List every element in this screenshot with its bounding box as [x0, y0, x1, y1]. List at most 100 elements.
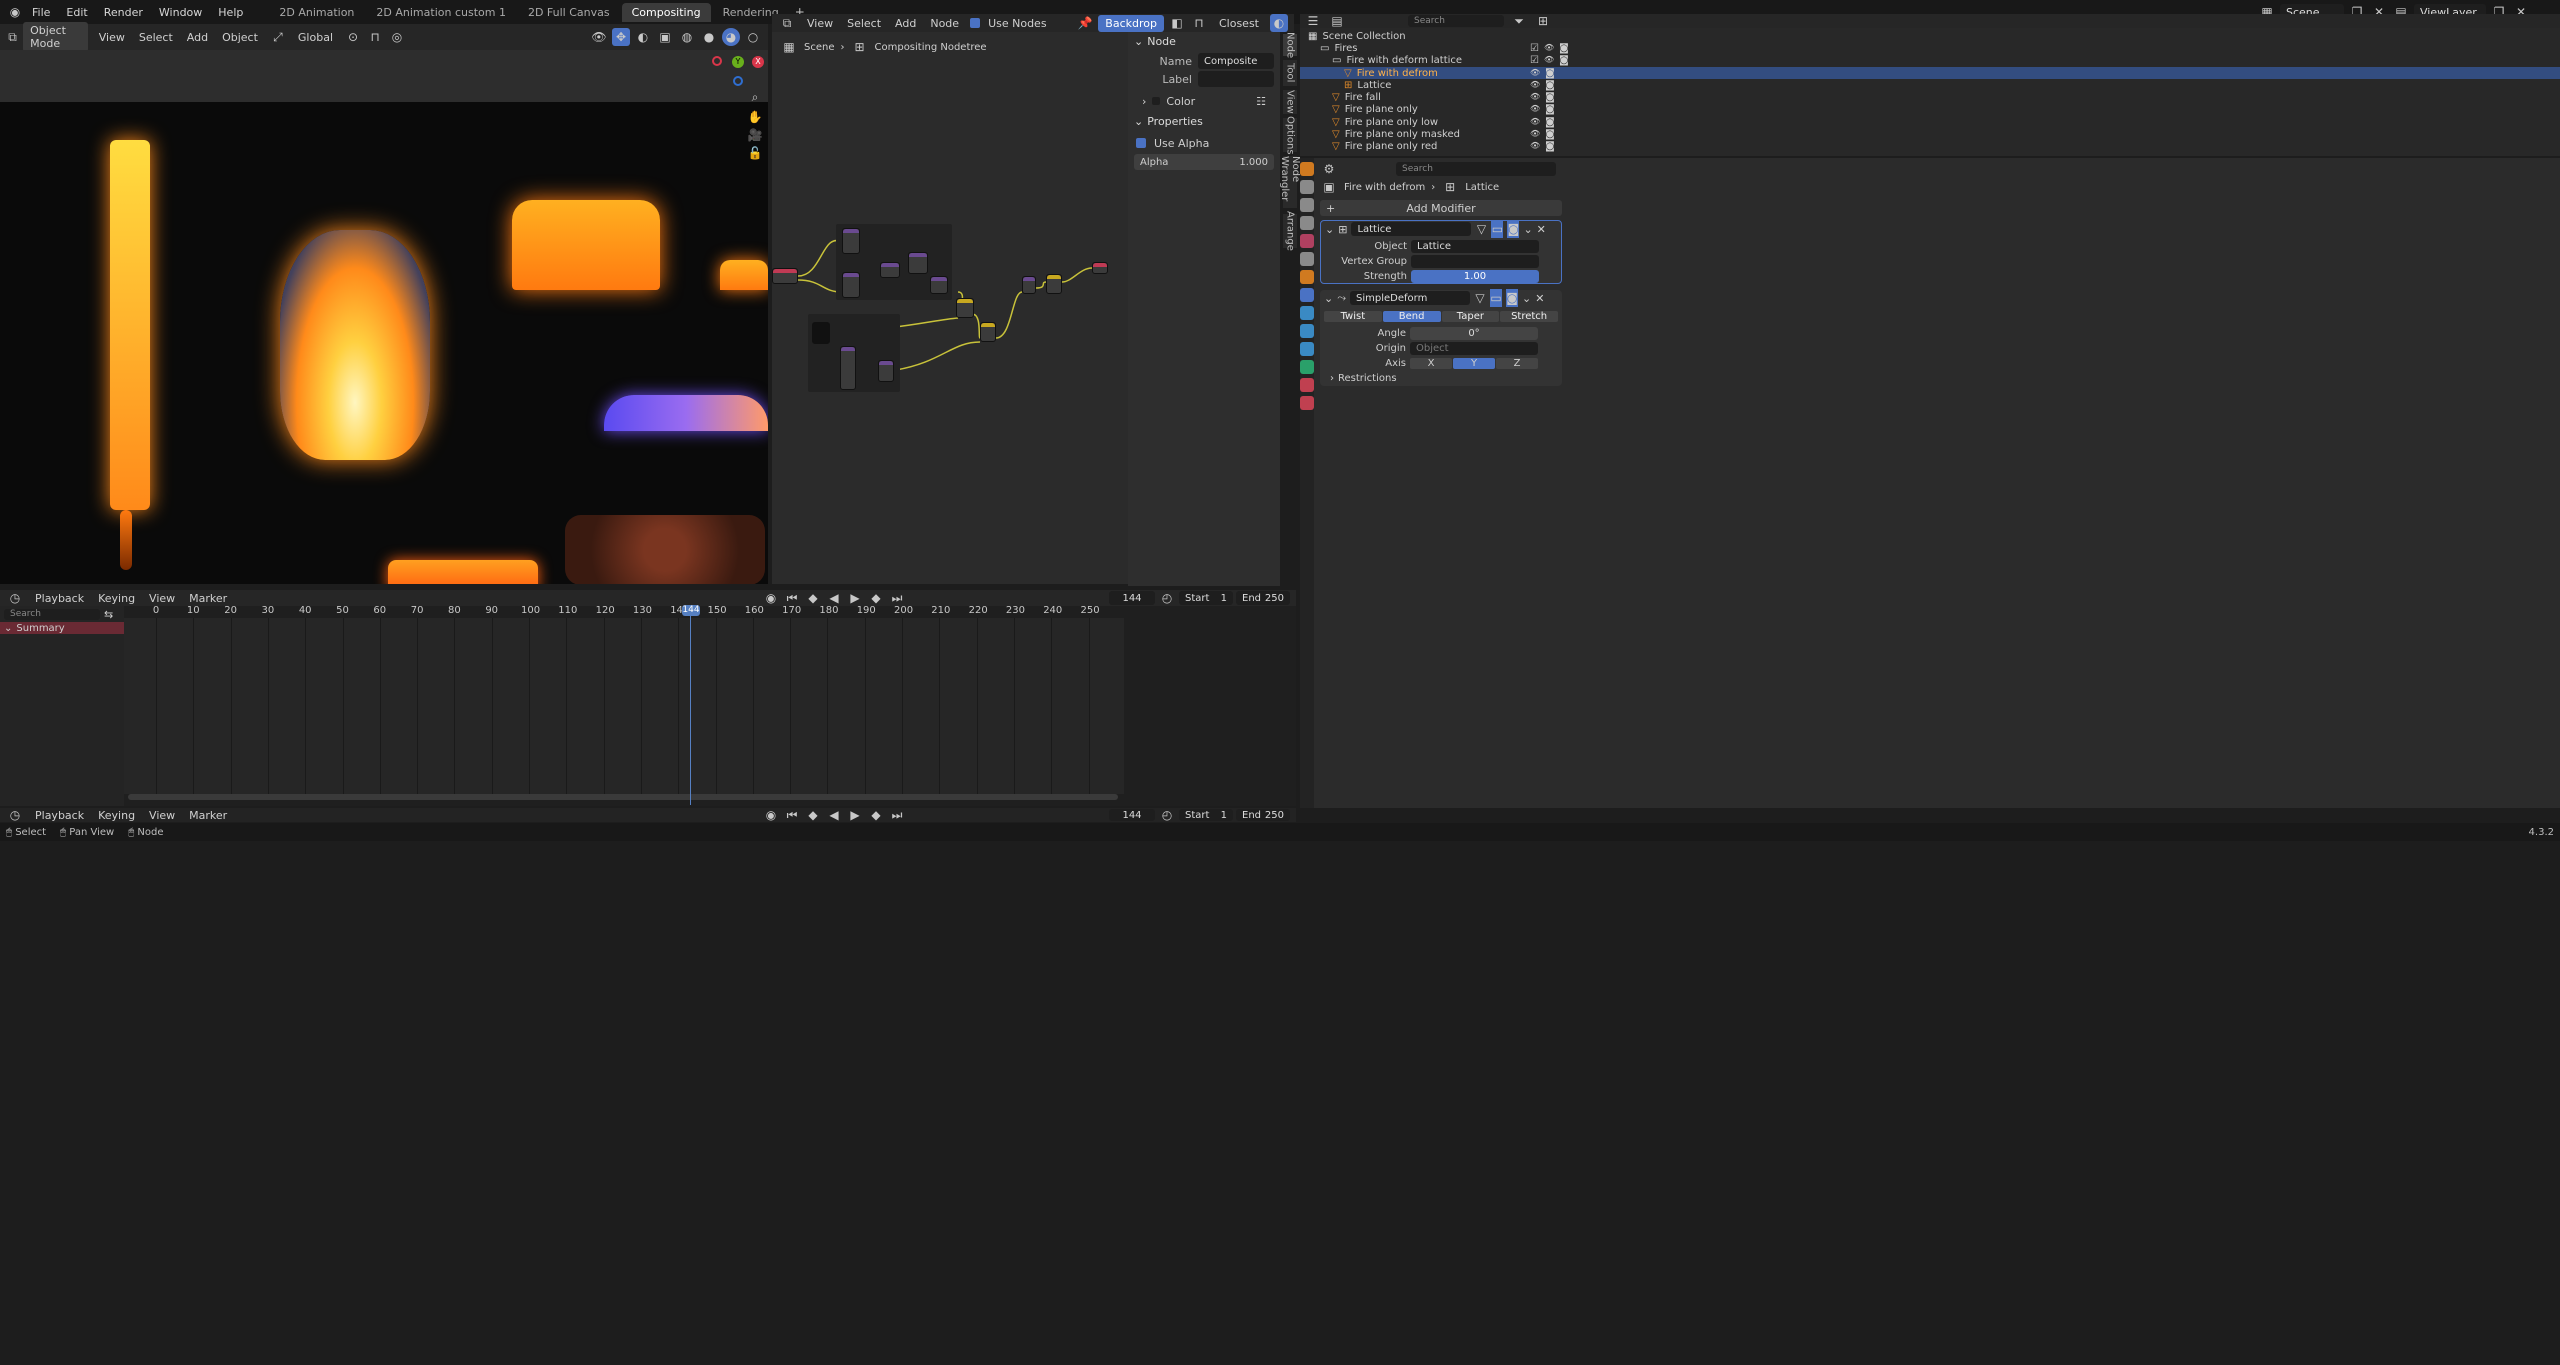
timeline-scrollbar[interactable] — [128, 794, 1118, 800]
hide-eye-icon[interactable]: 👁 — [1530, 129, 1540, 140]
timeline-menu-marker[interactable]: Marker — [182, 590, 234, 607]
sidebar-tab[interactable]: Node Wrangler — [1279, 156, 1301, 208]
blender-logo-icon[interactable]: ◉ — [6, 3, 24, 21]
workspace-tab[interactable]: Compositing — [621, 2, 711, 22]
snap-node-icon[interactable]: ⊓ — [1190, 14, 1208, 32]
outliner-row[interactable]: ⊞ Lattice 👁 ◙ — [1300, 79, 2560, 91]
lock-camera-icon[interactable]: 🔓 — [746, 144, 764, 162]
start-frame-field[interactable]: Start 1 — [1179, 591, 1233, 605]
wireframe-shading-icon[interactable]: ◍ — [678, 28, 696, 46]
use-nodes-checkbox[interactable] — [970, 18, 981, 28]
hide-eye-icon[interactable]: 👁 — [1544, 43, 1554, 54]
swap-icon[interactable]: ⇆ — [104, 608, 113, 621]
render-camera-icon[interactable]: ◙ — [1545, 80, 1555, 91]
play-reverse-icon[interactable]: ◀ — [825, 806, 843, 824]
properties-section-header[interactable]: ⌄ Properties — [1128, 112, 1280, 130]
backdrop-button[interactable]: Backdrop — [1098, 14, 1164, 32]
exclude-checkbox[interactable]: ☑ — [1530, 55, 1539, 66]
node-image-preview[interactable] — [812, 322, 830, 344]
workspace-tab[interactable]: 2D Animation — [269, 3, 364, 22]
menu-edit[interactable]: Edit — [58, 6, 95, 19]
menu-window[interactable]: Window — [151, 6, 210, 19]
outliner-row[interactable]: ▽ Fire plane only red 👁 ◙ — [1300, 141, 2560, 153]
outliner-row[interactable]: ▽ Fire plane only 👁 ◙ — [1300, 104, 2560, 116]
outliner-row[interactable]: ▽ Fire with defrom 👁 ◙ — [1300, 66, 2560, 80]
current-frame-field[interactable]: 144 — [1109, 809, 1155, 821]
properties-type-icon[interactable]: ⚙ — [1320, 160, 1338, 178]
tool-tab-icon[interactable] — [1300, 162, 1314, 176]
pin-icon[interactable]: 📌 — [1076, 14, 1094, 32]
name-field[interactable]: Composite — [1198, 53, 1274, 69]
node[interactable] — [1046, 274, 1062, 294]
modifier-tab-icon[interactable] — [1300, 288, 1314, 302]
overlay-icon[interactable]: ◐ — [634, 28, 652, 46]
timeline-area[interactable]: Search ⇆ ⌄ Summary — [0, 606, 1296, 806]
view-layer-tab-icon[interactable] — [1300, 216, 1314, 230]
timeline-type-icon[interactable]: ◷ — [6, 589, 24, 607]
jump-start-icon[interactable]: ⏮ — [783, 806, 801, 824]
orientation-selector[interactable]: Global — [291, 29, 340, 46]
node-menu-view[interactable]: View — [800, 15, 840, 32]
backdrop-channels-icon[interactable]: ◧ — [1168, 14, 1186, 32]
sidebar-tab[interactable]: Tool — [1283, 60, 1297, 86]
timeline-menu-marker[interactable]: Marker — [182, 807, 234, 824]
dropdown-icon[interactable]: ⌄ — [1523, 223, 1532, 236]
viewport-menu-select[interactable]: Select — [132, 29, 180, 46]
dropdown-icon[interactable]: ⌄ — [1522, 292, 1531, 305]
hide-eye-icon[interactable]: 👁 — [1530, 141, 1540, 152]
node-menu-add[interactable]: Add — [888, 15, 923, 32]
node[interactable] — [840, 346, 856, 390]
camera-view-icon[interactable]: 🎥 — [746, 126, 764, 144]
pivot-icon[interactable]: ⊙ — [344, 28, 362, 46]
filter-selector[interactable]: Closest — [1212, 15, 1266, 32]
hide-eye-icon[interactable]: 👁 — [1544, 55, 1554, 66]
axis-x-button[interactable]: X — [1410, 358, 1452, 369]
workspace-tab[interactable]: 2D Animation custom 1 — [366, 3, 516, 22]
color-checkbox[interactable] — [1152, 97, 1161, 105]
render-camera-icon[interactable]: ◙ — [1545, 117, 1555, 128]
gizmo-neg-z-axis[interactable] — [733, 76, 743, 86]
outliner-row[interactable]: ▽ Fire fall 👁 ◙ — [1300, 91, 2560, 103]
zoom-icon[interactable]: ⌕ — [746, 88, 764, 106]
viewport-menu-view[interactable]: View — [92, 29, 132, 46]
channel-search[interactable]: Search — [4, 608, 100, 620]
prev-key-icon[interactable]: ◆ — [804, 806, 822, 824]
render-tab-icon[interactable] — [1300, 180, 1314, 194]
node-editor[interactable]: ▦ Scene › ⊞ Compositing Nodetree ⌄ Node — [772, 32, 1280, 586]
add-modifier-button[interactable]: + Add Modifier — [1320, 200, 1562, 216]
constraints-tab-icon[interactable] — [1300, 342, 1314, 356]
menu-help[interactable]: Help — [210, 6, 251, 19]
auto-key-icon[interactable]: ◉ — [762, 806, 780, 824]
axis-z-button[interactable]: Z — [1496, 358, 1538, 369]
gizmo-x-axis[interactable]: X — [752, 56, 764, 68]
mode-selector[interactable]: Object Mode — [23, 22, 88, 52]
outliner-row[interactable]: ▽ Fire plane only low 👁 ◙ — [1300, 116, 2560, 128]
restrictions-header[interactable]: › Restrictions — [1320, 371, 1562, 385]
gizmo-neg-x-axis[interactable] — [712, 56, 722, 66]
viewport-menu-add[interactable]: Add — [180, 29, 215, 46]
world-tab-icon[interactable] — [1300, 252, 1314, 266]
end-frame-field[interactable]: End 250 — [1236, 591, 1290, 605]
texture-tab-icon[interactable] — [1300, 396, 1314, 410]
3d-viewport[interactable]: Z Y X ⌕ ✋ 🎥 🔓 — [0, 50, 768, 584]
hide-eye-icon[interactable]: 👁 — [1530, 80, 1540, 91]
xray-icon[interactable]: ▣ — [656, 28, 674, 46]
hide-eye-icon[interactable]: 👁 — [1530, 117, 1540, 128]
timeline-menu-keying[interactable]: Keying — [91, 590, 142, 607]
node-render-layers[interactable] — [772, 268, 798, 284]
jump-end-icon[interactable]: ⏭ — [888, 806, 906, 824]
delete-modifier-icon[interactable]: ✕ — [1535, 292, 1544, 305]
node-menu-node[interactable]: Node — [923, 15, 966, 32]
node[interactable] — [956, 298, 974, 318]
timeline-menu-keying[interactable]: Keying — [91, 807, 142, 824]
color-section-header[interactable]: › Color ☷ — [1128, 92, 1280, 110]
node[interactable] — [1022, 276, 1036, 294]
scene-tab-icon[interactable] — [1300, 234, 1314, 248]
sidebar-tab[interactable]: View — [1283, 90, 1297, 114]
collapse-icon[interactable]: ⌄ — [1325, 223, 1334, 236]
end-frame-field[interactable]: End 250 — [1236, 809, 1290, 821]
viewport-toggle-icon[interactable]: ▭ — [1490, 289, 1503, 307]
sidebar-tab[interactable]: Node — [1283, 32, 1297, 58]
timeline-menu-view[interactable]: View — [142, 807, 182, 824]
deform-mode-bend[interactable]: Bend — [1382, 310, 1441, 322]
